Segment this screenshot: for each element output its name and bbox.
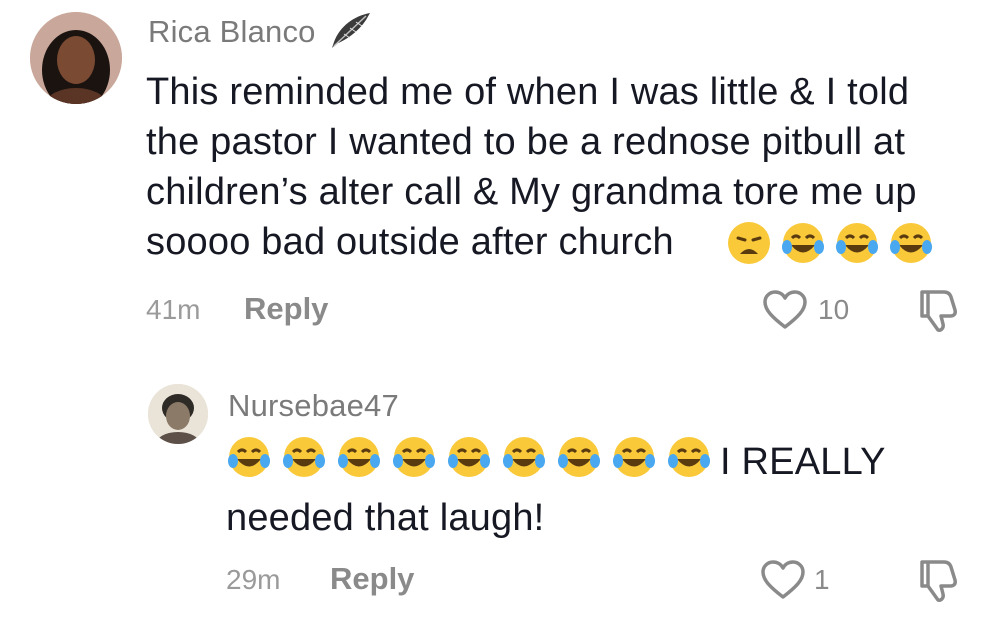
reply-button[interactable]: Reply [244, 291, 328, 327]
emoji-row [226, 434, 712, 482]
comment-text-line: This reminded me of when I was little & … [146, 71, 910, 113]
face-with-tears-of-joy-emoji [446, 434, 492, 482]
comment-text-line: soooo bad outside after church [146, 221, 674, 263]
heart-icon[interactable] [762, 289, 808, 331]
face-with-tears-of-joy-emoji [336, 434, 382, 482]
face-with-tears-of-joy-emoji [834, 220, 880, 264]
comment-text-line: I REALLY [720, 441, 886, 483]
reply-button[interactable]: Reply [330, 561, 414, 597]
comment-text-line: the pastor I wanted to be a rednose pitb… [146, 121, 906, 163]
heart-icon[interactable] [760, 559, 806, 601]
weary-face-emoji [726, 220, 772, 264]
face-with-tears-of-joy-emoji [611, 434, 657, 482]
comment-time: 41m [146, 294, 201, 325]
face-with-tears-of-joy-emoji [780, 220, 826, 264]
comment-text-line: children’s alter call & My grandma tore … [146, 171, 917, 213]
face-with-tears-of-joy-emoji [556, 434, 602, 482]
feather-icon [326, 10, 374, 52]
like-count: 10 [818, 294, 850, 325]
comment-username[interactable]: Nursebae47 [228, 388, 399, 424]
face-with-tears-of-joy-emoji [501, 434, 547, 482]
comment-username[interactable]: Rica Blanco [148, 14, 316, 50]
avatar[interactable] [148, 384, 208, 444]
comment-time: 29m [226, 564, 281, 595]
face-with-tears-of-joy-emoji [391, 434, 437, 482]
face-with-tears-of-joy-emoji [281, 434, 327, 482]
face-with-tears-of-joy-emoji [888, 220, 934, 264]
comment-text-line: needed that laugh! [226, 497, 545, 539]
like-count: 1 [814, 564, 830, 595]
face-with-tears-of-joy-emoji [226, 434, 272, 482]
emoji-row [726, 220, 934, 264]
dislike-icon[interactable] [916, 288, 960, 334]
dislike-icon[interactable] [916, 558, 960, 604]
face-with-tears-of-joy-emoji [666, 434, 712, 482]
avatar[interactable] [30, 12, 122, 104]
